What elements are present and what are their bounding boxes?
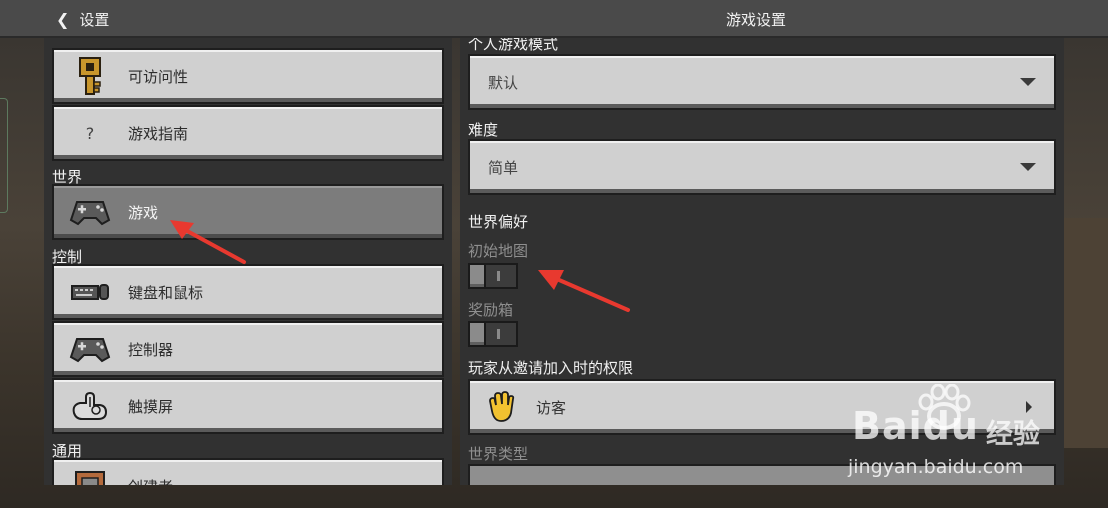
gamepad-icon: [60, 192, 120, 232]
sidebar-item-label: 键盘和鼠标: [128, 283, 204, 302]
top-bar: ❮ 设置 游戏设置: [0, 0, 1108, 38]
sidebar-item-keyboard-mouse[interactable]: 键盘和鼠标: [52, 264, 444, 320]
toggle-knob: [468, 321, 486, 347]
controller-icon: [60, 329, 120, 369]
invite-permission-value: 访客: [536, 399, 567, 417]
dropdown-caret-icon: [1020, 163, 1036, 171]
sidebar-item-game[interactable]: 游戏: [52, 184, 444, 240]
back-button[interactable]: ❮ 设置: [56, 9, 109, 30]
bonus-chest-label: 奖励箱: [468, 301, 514, 319]
key-icon: [60, 56, 120, 96]
back-label: 设置: [79, 11, 110, 29]
sidebar-item-accessibility[interactable]: 可访问性: [52, 48, 444, 104]
question-icon: ?: [85, 123, 95, 143]
invite-permission-label: 玩家从邀请加入时的权限: [468, 359, 634, 377]
difficulty-value: 简单: [488, 159, 519, 177]
invite-permission-button[interactable]: 访客: [468, 379, 1056, 435]
creator-icon: [60, 466, 120, 485]
game-mode-dropdown[interactable]: 默认: [468, 54, 1056, 110]
game-mode-value: 默认: [488, 74, 519, 92]
difficulty-label: 难度: [468, 121, 499, 139]
world-type-label: 世界类型: [468, 445, 529, 463]
sidebar-item-touchscreen[interactable]: 触摸屏: [52, 378, 444, 434]
toggle-knob: [468, 263, 486, 289]
sidebar-item-controller[interactable]: 控制器: [52, 321, 444, 377]
chevron-right-icon: [1026, 401, 1032, 413]
keyboard-mouse-icon: [60, 272, 120, 312]
waving-hand-icon: [486, 391, 516, 427]
toggle-off-mark: [497, 329, 500, 339]
difficulty-dropdown[interactable]: 简单: [468, 139, 1056, 195]
game-mode-label: 个人游戏模式: [468, 38, 559, 53]
sidebar-item-label: 控制器: [128, 340, 174, 359]
sidebar-item-game-guide[interactable]: ? 游戏指南: [52, 105, 444, 161]
world-preferences-heading: 世界偏好: [468, 213, 529, 231]
world-type-control[interactable]: [468, 464, 1056, 485]
sidebar-item-creator[interactable]: 创建者: [52, 458, 444, 485]
settings-sidebar[interactable]: 可访问性 ? 游戏指南 世界 游戏 控制 键盘和鼠标 控制器 触摸屏 通用: [44, 38, 452, 485]
touch-icon: [60, 386, 120, 426]
page-title: 游戏设置: [726, 11, 787, 29]
sidebar-item-label: 游戏: [128, 203, 159, 222]
left-edge-frame: [0, 98, 8, 213]
sidebar-item-label: 创建者: [128, 476, 173, 486]
sidebar-item-label: 游戏指南: [128, 124, 189, 143]
dropdown-caret-icon: [1020, 78, 1036, 86]
toggle-off-mark: [497, 271, 500, 281]
starting-map-toggle[interactable]: [468, 263, 518, 289]
chevron-left-icon: ❮: [56, 10, 70, 29]
sidebar-item-label: 可访问性: [128, 67, 189, 86]
game-settings-panel[interactable]: 个人游戏模式 默认 难度 简单 世界偏好 初始地图 奖励箱 玩家从邀请加入时的权…: [460, 38, 1064, 485]
bonus-chest-toggle[interactable]: [468, 321, 518, 347]
starting-map-label: 初始地图: [468, 242, 529, 260]
sidebar-item-label: 触摸屏: [128, 397, 174, 416]
